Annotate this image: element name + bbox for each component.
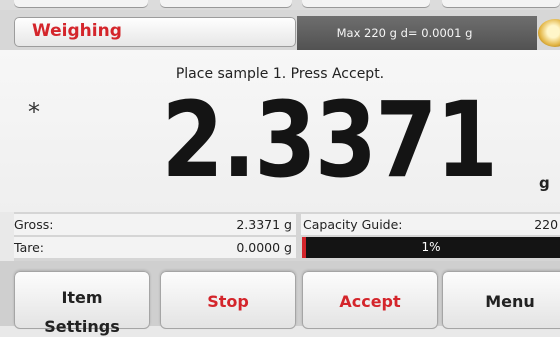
capacity-guide-value: 220 g bbox=[534, 217, 560, 232]
top-tab-strip bbox=[0, 0, 560, 10]
top-tab-2 bbox=[160, 0, 292, 7]
item-settings-button[interactable]: Item Settings bbox=[14, 271, 150, 336]
weight-value: 2.3371 bbox=[161, 79, 498, 201]
header-bar: Weighing Max 220 g d= 0.0001 g bbox=[0, 10, 560, 50]
application-mode-selector[interactable]: Weighing bbox=[14, 17, 296, 47]
accept-button[interactable]: Accept bbox=[302, 271, 438, 329]
top-tab-4 bbox=[442, 0, 560, 7]
weight-unit: g bbox=[539, 174, 550, 192]
item-settings-line2: Settings bbox=[44, 317, 120, 336]
stop-label: Stop bbox=[207, 292, 249, 311]
gross-row: Gross: 2.3371 g bbox=[14, 214, 296, 235]
capacity-progress-text: 1% bbox=[421, 240, 441, 254]
menu-label: Menu bbox=[485, 292, 535, 311]
capacity-guide-row: Capacity Guide: 220 g bbox=[301, 214, 560, 235]
tare-row: Tare: 0.0000 g bbox=[14, 237, 296, 258]
balance-spec-text: Max 220 g d= 0.0001 g bbox=[336, 26, 473, 40]
tare-label: Tare: bbox=[14, 240, 44, 255]
application-mode-label: Weighing bbox=[32, 21, 122, 41]
level-bubble-icon[interactable] bbox=[538, 19, 560, 47]
stop-button[interactable]: Stop bbox=[160, 271, 296, 329]
top-tab-1 bbox=[14, 0, 148, 7]
tare-value: 0.0000 g bbox=[236, 240, 292, 255]
gross-label: Gross: bbox=[14, 217, 54, 232]
capacity-guide-label: Capacity Guide: bbox=[303, 217, 403, 232]
accept-label: Accept bbox=[339, 292, 401, 311]
balance-spec-box: Max 220 g d= 0.0001 g bbox=[297, 16, 537, 50]
soft-key-bar: Item Settings Stop Accept Menu bbox=[0, 261, 560, 336]
gross-value: 2.3371 g bbox=[236, 217, 292, 232]
top-tab-3 bbox=[302, 0, 430, 7]
stability-indicator: * bbox=[28, 98, 40, 126]
weight-display: Place sample 1. Press Accept. * 2.3371 g bbox=[0, 50, 560, 212]
item-settings-label: Item Settings bbox=[14, 271, 150, 337]
capacity-progress-bar: 1% bbox=[302, 237, 560, 258]
menu-button[interactable]: Menu bbox=[442, 271, 560, 329]
item-settings-line1: Item bbox=[61, 288, 103, 307]
info-panel: Gross: 2.3371 g Tare: 0.0000 g Capacity … bbox=[14, 212, 560, 261]
